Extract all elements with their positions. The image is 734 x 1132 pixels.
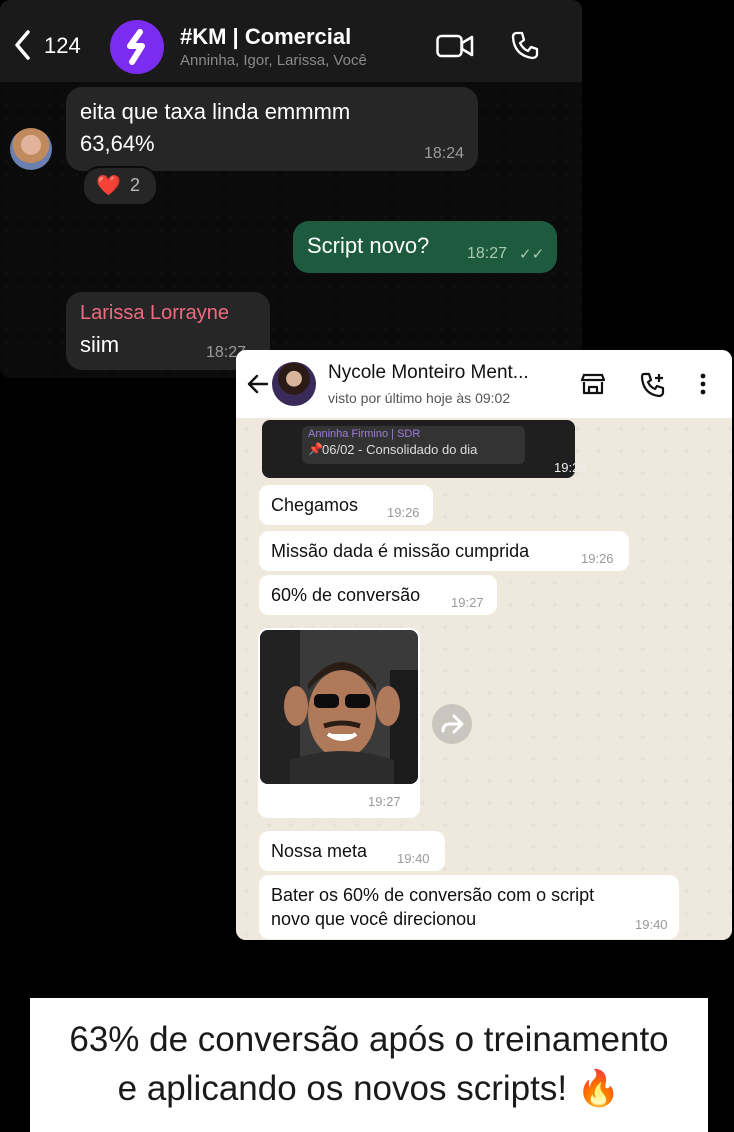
message-text: Missão dada é missão cumprida <box>271 541 530 561</box>
message-text: eita que taxa linda emmmm <box>80 99 351 124</box>
contact-name[interactable]: Nycole Monteiro Ment... <box>328 362 529 384</box>
group-members: Anninha, Igor, Larissa, Você <box>180 52 367 69</box>
photo-thumbnail[interactable] <box>260 630 418 784</box>
heart-icon: ❤️ <box>96 175 121 197</box>
back-unread-count[interactable]: 124 <box>44 33 81 59</box>
message-bubble-outgoing[interactable]: Script novo? 18:27 ✓✓ <box>293 221 557 273</box>
message-time: 19:27 <box>451 595 484 610</box>
message-text: novo que você direcionou <box>271 909 477 929</box>
forward-icon[interactable] <box>432 704 472 744</box>
quoted-image-message[interactable]: Anninha Firmino | SDR 📌 06/02 - Consolid… <box>262 420 587 478</box>
message-bubble[interactable]: Nossa meta 19:40 <box>259 831 445 871</box>
last-seen-status: visto por último hoje às 09:02 <box>328 390 511 406</box>
phone-call-icon[interactable] <box>510 30 540 60</box>
read-ticks-icon: ✓✓ <box>519 246 545 263</box>
photo-message[interactable]: 19:27 <box>258 628 420 818</box>
message-bubble[interactable]: eita que taxa linda emmmm 63,64% 18:24 <box>66 87 478 171</box>
contact-avatar[interactable] <box>272 362 316 406</box>
sender-name: Larissa Lorrayne <box>80 302 229 324</box>
group-avatar[interactable] <box>110 20 164 74</box>
message-time: 19:27 <box>368 794 401 809</box>
forward-arrow-icon <box>441 714 464 734</box>
message-time: 18:27 <box>467 245 508 262</box>
caption-box: 63% de conversão após o treinamento e ap… <box>30 998 708 1132</box>
message-time: 19:26 <box>387 505 420 520</box>
pin-icon: 📌 <box>308 442 323 456</box>
quoted-author: Anninha Firmino | SDR <box>308 428 421 440</box>
person-photo-icon <box>260 630 418 784</box>
reaction-count: 2 <box>130 175 141 195</box>
reaction-badge[interactable]: ❤️ 2 <box>82 166 158 206</box>
message-bubble[interactable]: Missão dada é missão cumprida 19:26 <box>259 531 629 571</box>
caption-line: 63% de conversão após o treinamento <box>69 1020 669 1059</box>
group-chat-screen: 124 #KM | Comercial Anninha, Igor, Laris… <box>0 0 582 378</box>
message-text: Bater os 60% de conversão com o script <box>271 885 595 905</box>
quoted-text: 06/02 - Consolidado do dia <box>322 442 478 457</box>
message-time: 19:40 <box>635 917 668 932</box>
message-time: 19:26 <box>554 460 587 475</box>
back-arrow-icon[interactable] <box>246 372 270 396</box>
message-text: 63,64% <box>80 131 155 156</box>
message-text: Nossa meta <box>271 841 368 861</box>
message-text: Script novo? <box>307 233 430 258</box>
back-icon[interactable] <box>12 28 34 62</box>
store-icon[interactable] <box>580 372 606 396</box>
caption-line: e aplicando os novos scripts! 🔥 <box>117 1069 621 1108</box>
add-call-icon[interactable] <box>639 371 667 399</box>
group-title[interactable]: #KM | Comercial <box>180 24 351 50</box>
group-logo-icon <box>127 29 145 65</box>
chat-header: 124 #KM | Comercial Anninha, Igor, Laris… <box>0 0 582 82</box>
chat-header: Nycole Monteiro Ment... visto por último… <box>236 350 732 418</box>
message-text: 60% de conversão <box>271 585 421 605</box>
message-bubble[interactable]: Chegamos 19:26 <box>259 485 433 525</box>
message-bubble[interactable]: Bater os 60% de conversão com o script n… <box>259 875 679 939</box>
video-call-icon[interactable] <box>436 34 474 58</box>
more-options-icon[interactable] <box>699 372 707 396</box>
message-time: 19:26 <box>581 551 614 566</box>
sender-avatar[interactable] <box>10 128 52 170</box>
message-time: 18:24 <box>423 145 464 162</box>
message-bubble[interactable]: 60% de conversão 19:27 <box>259 575 497 615</box>
message-time: 19:40 <box>397 851 430 866</box>
message-text: Chegamos <box>271 495 359 515</box>
message-text: siim <box>80 332 120 357</box>
